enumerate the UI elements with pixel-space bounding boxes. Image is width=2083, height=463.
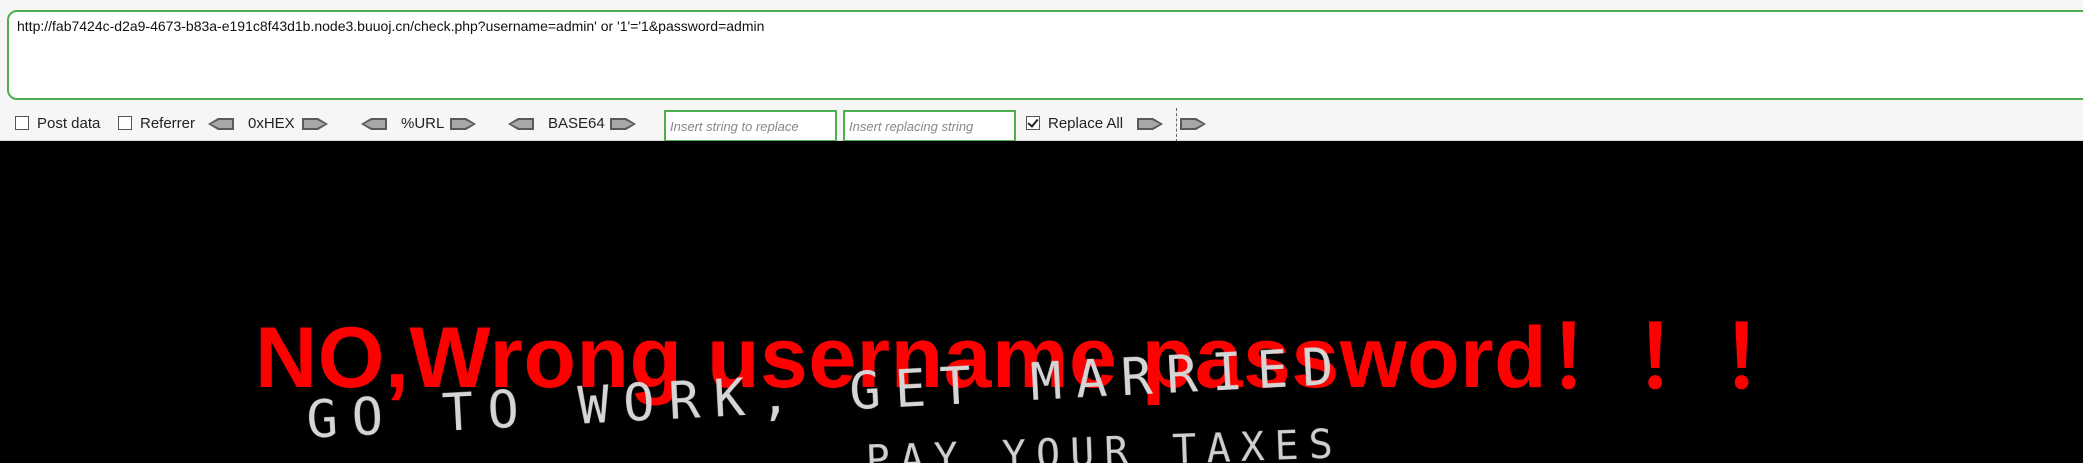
referrer-checkbox[interactable] — [118, 116, 132, 130]
base64-label[interactable]: BASE64 — [548, 115, 605, 132]
string-to-replace-input[interactable] — [664, 110, 837, 142]
url-encode-arrow-icon[interactable] — [450, 117, 476, 131]
replace-arrow-icon[interactable] — [1137, 117, 1163, 131]
url-encode-label[interactable]: %URL — [401, 115, 444, 132]
base64-encode-arrow-icon[interactable] — [610, 117, 636, 131]
post-data-checkbox[interactable] — [15, 116, 29, 130]
url-textarea[interactable]: http://fab7424c-d2a9-4673-b83a-e191c8f43… — [7, 10, 2083, 100]
hex-encode-arrow-icon[interactable] — [302, 117, 328, 131]
post-data-label[interactable]: Post data — [37, 115, 100, 132]
response-page: NO,Wrong username password！！！ GO TO WORK… — [0, 141, 2083, 463]
base64-decode-arrow-icon[interactable] — [508, 117, 534, 131]
hackbar-controls-row: Post data Referrer 0xHEX %URL BASE64 Ins… — [0, 108, 2083, 142]
replace-execute-arrow-icon[interactable] — [1180, 117, 1206, 131]
url-decode-arrow-icon[interactable] — [361, 117, 387, 131]
hackbar-panel: http://fab7424c-d2a9-4673-b83a-e191c8f43… — [0, 0, 2083, 142]
replacing-string-input[interactable] — [843, 110, 1016, 142]
hex-label[interactable]: 0xHEX — [248, 115, 295, 132]
toolbar-divider — [1176, 108, 1178, 142]
url-text[interactable]: http://fab7424c-d2a9-4673-b83a-e191c8f43… — [17, 18, 764, 34]
replace-all-label[interactable]: Replace All — [1048, 115, 1123, 132]
background-text-line-2: PAY YOUR TAXES — [865, 421, 1344, 463]
referrer-label[interactable]: Referrer — [140, 115, 195, 132]
replace-all-checkbox[interactable] — [1026, 116, 1040, 130]
hex-decode-arrow-icon[interactable] — [208, 117, 234, 131]
